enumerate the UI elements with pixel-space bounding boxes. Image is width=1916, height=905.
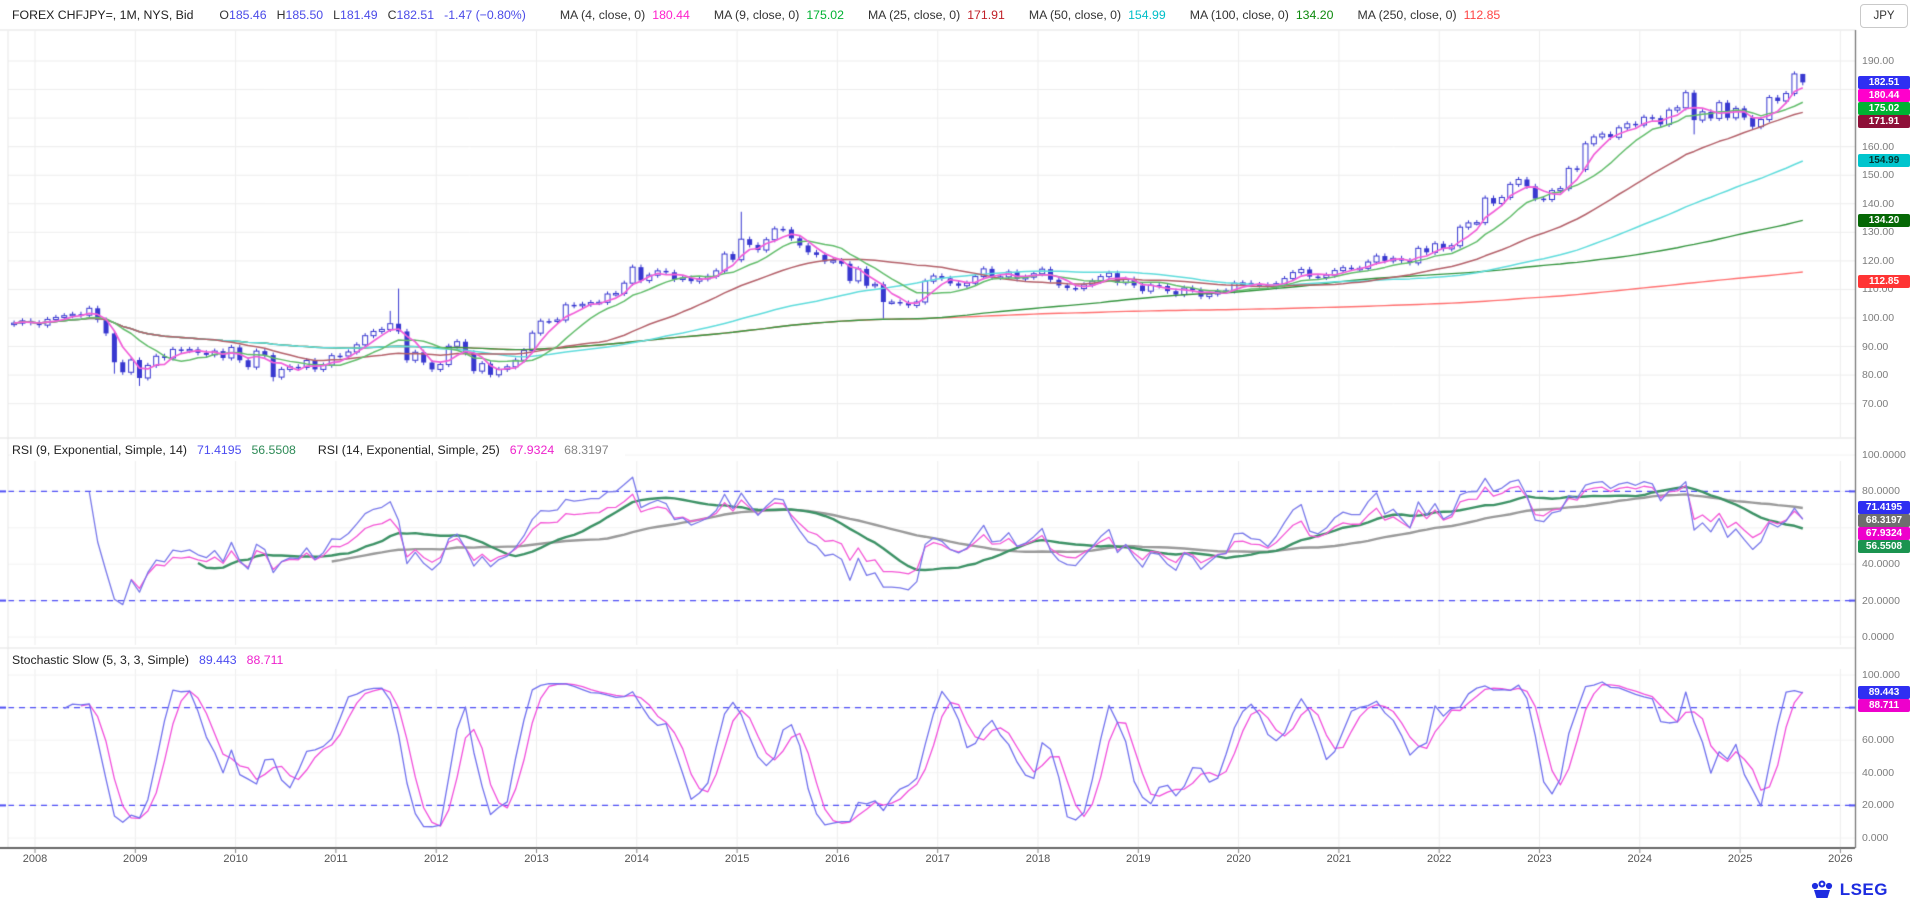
year-label: 2020 bbox=[1226, 853, 1250, 865]
year-label: 2016 bbox=[825, 853, 849, 865]
stoch-axis-tick: 100.000 bbox=[1862, 669, 1900, 681]
year-label: 2013 bbox=[524, 853, 548, 865]
price-badge: 171.91 bbox=[1858, 115, 1910, 128]
ohlc-values: O185.46 H185.50 L181.49 C182.51 bbox=[219, 8, 444, 22]
ohlc-value: 185.46 bbox=[229, 8, 267, 22]
rsi1-signal-value: 56.5508 bbox=[251, 443, 295, 457]
rsi2-signal-value: 68.3197 bbox=[564, 443, 608, 457]
year-label: 2023 bbox=[1527, 853, 1551, 865]
year-label: 2025 bbox=[1728, 853, 1752, 865]
ohlc-prefix: O bbox=[219, 8, 229, 22]
ma-legend-value: 154.99 bbox=[1128, 8, 1166, 22]
year-label: 2021 bbox=[1327, 853, 1351, 865]
year-label: 2026 bbox=[1828, 853, 1852, 865]
stoch-k-value: 89.443 bbox=[199, 653, 237, 667]
ma-legend-label[interactable]: MA (25, close, 0) bbox=[868, 8, 960, 22]
year-label: 2014 bbox=[625, 853, 649, 865]
stoch-axis-tick: 60.000 bbox=[1862, 734, 1894, 746]
ma-legend-value: 134.20 bbox=[1296, 8, 1334, 22]
rsi-panel-header[interactable]: RSI (9, Exponential, Simple, 14) 71.4195… bbox=[12, 442, 625, 458]
ma-legend-value: 175.02 bbox=[806, 8, 844, 22]
year-label: 2024 bbox=[1628, 853, 1652, 865]
ohlc-value: 181.49 bbox=[340, 8, 378, 22]
ma-legend-label[interactable]: MA (9, close, 0) bbox=[714, 8, 799, 22]
ohlc-prefix: L bbox=[333, 8, 340, 22]
ma-legend-label[interactable]: MA (4, close, 0) bbox=[560, 8, 645, 22]
chart-application: FOREX CHFJPY=, 1M, NYS, Bid O185.46H185.… bbox=[0, 0, 1916, 905]
main-axis-tick: 160.00 bbox=[1862, 141, 1894, 153]
price-badge: 175.02 bbox=[1858, 102, 1910, 115]
year-label: 2015 bbox=[725, 853, 749, 865]
ohlc-value: 182.51 bbox=[397, 8, 435, 22]
main-axis-tick: 190.00 bbox=[1862, 55, 1894, 67]
rsi-badge: 56.5508 bbox=[1858, 540, 1910, 553]
stoch-axis-tick: 40.000 bbox=[1862, 767, 1894, 779]
ohlc-item: L181.49 bbox=[333, 8, 377, 22]
year-label: 2018 bbox=[1026, 853, 1050, 865]
main-axis-tick: 120.00 bbox=[1862, 255, 1894, 267]
stoch-badge: 88.711 bbox=[1858, 699, 1910, 712]
rsi-axis-tick: 0.0000 bbox=[1862, 631, 1894, 643]
ohlc-item: H185.50 bbox=[277, 8, 324, 22]
price-badge: 180.44 bbox=[1858, 89, 1910, 102]
year-label: 2022 bbox=[1427, 853, 1451, 865]
lseg-crest-icon bbox=[1810, 879, 1834, 901]
year-label: 2008 bbox=[23, 853, 47, 865]
rsi-badge: 71.4195 bbox=[1858, 501, 1910, 514]
year-label: 2010 bbox=[223, 853, 247, 865]
price-badge: 134.20 bbox=[1858, 214, 1910, 227]
ma-legend-label[interactable]: MA (250, close, 0) bbox=[1357, 8, 1456, 22]
stoch-d-value: 88.711 bbox=[247, 653, 284, 667]
year-label: 2017 bbox=[925, 853, 949, 865]
rsi2-value: 67.9324 bbox=[510, 443, 554, 457]
rsi1-label: RSI (9, Exponential, Simple, 14) bbox=[12, 443, 187, 457]
year-label: 2009 bbox=[123, 853, 147, 865]
price-axis-currency-label: JPY bbox=[1860, 4, 1908, 28]
ohlc-prefix: C bbox=[388, 8, 397, 22]
year-label: 2012 bbox=[424, 853, 448, 865]
main-axis-tick: 140.00 bbox=[1862, 198, 1894, 210]
rsi-axis-tick: 40.0000 bbox=[1862, 558, 1900, 570]
main-axis-tick: 130.00 bbox=[1862, 226, 1894, 238]
ma-legend-value: 112.85 bbox=[1464, 8, 1501, 22]
rsi2-label: RSI (14, Exponential, Simple, 25) bbox=[318, 443, 500, 457]
lseg-logo-text: LSEG bbox=[1840, 880, 1888, 900]
ohlc-item: C182.51 bbox=[388, 8, 435, 22]
instrument-title[interactable]: FOREX CHFJPY=, 1M, NYS, Bid bbox=[12, 8, 193, 22]
main-axis-tick: 150.00 bbox=[1862, 169, 1894, 181]
ma-legend-value: 171.91 bbox=[967, 8, 1005, 22]
main-axis-tick: 90.00 bbox=[1862, 341, 1888, 353]
main-axis-tick: 80.00 bbox=[1862, 369, 1888, 381]
year-label: 2019 bbox=[1126, 853, 1150, 865]
stoch-badge: 89.443 bbox=[1858, 686, 1910, 699]
rsi-axis-tick: 100.0000 bbox=[1862, 449, 1906, 461]
ma-legend: MA (4, close, 0) 180.44 MA (9, close, 0) 17… bbox=[536, 8, 1500, 22]
price-badge: 182.51 bbox=[1858, 76, 1910, 89]
currency-code: JPY bbox=[1873, 10, 1894, 22]
ohlc-item: O185.46 bbox=[219, 8, 266, 22]
lseg-logo: LSEG bbox=[1810, 879, 1888, 901]
ma-legend-label[interactable]: MA (50, close, 0) bbox=[1029, 8, 1121, 22]
stoch-axis-tick: 0.000 bbox=[1862, 832, 1888, 844]
rsi-axis-tick: 20.0000 bbox=[1862, 595, 1900, 607]
ma-legend-value: 180.44 bbox=[652, 8, 690, 22]
main-axis-tick: 100.00 bbox=[1862, 312, 1894, 324]
stochastic-panel-header[interactable]: Stochastic Slow (5, 3, 3, Simple) 89.443… bbox=[12, 652, 299, 668]
ohlc-value: 185.50 bbox=[286, 8, 324, 22]
rsi1-value: 71.4195 bbox=[197, 443, 241, 457]
ma-legend-label[interactable]: MA (100, close, 0) bbox=[1190, 8, 1289, 22]
year-label: 2011 bbox=[324, 853, 348, 865]
price-badge: 154.99 bbox=[1858, 154, 1910, 167]
net-change: -1.47 (−0.80%) bbox=[444, 8, 526, 22]
main-chart-header: FOREX CHFJPY=, 1M, NYS, Bid O185.46H185.… bbox=[12, 0, 1500, 30]
rsi-badge: 67.9324 bbox=[1858, 527, 1910, 540]
stoch-axis-tick: 20.000 bbox=[1862, 799, 1894, 811]
rsi-badge: 68.3197 bbox=[1858, 514, 1910, 527]
price-badge: 112.85 bbox=[1858, 275, 1910, 288]
main-axis-tick: 70.00 bbox=[1862, 398, 1888, 410]
rsi-axis-tick: 80.0000 bbox=[1862, 485, 1900, 497]
stoch-label: Stochastic Slow (5, 3, 3, Simple) bbox=[12, 653, 189, 667]
ohlc-prefix: H bbox=[277, 8, 286, 22]
